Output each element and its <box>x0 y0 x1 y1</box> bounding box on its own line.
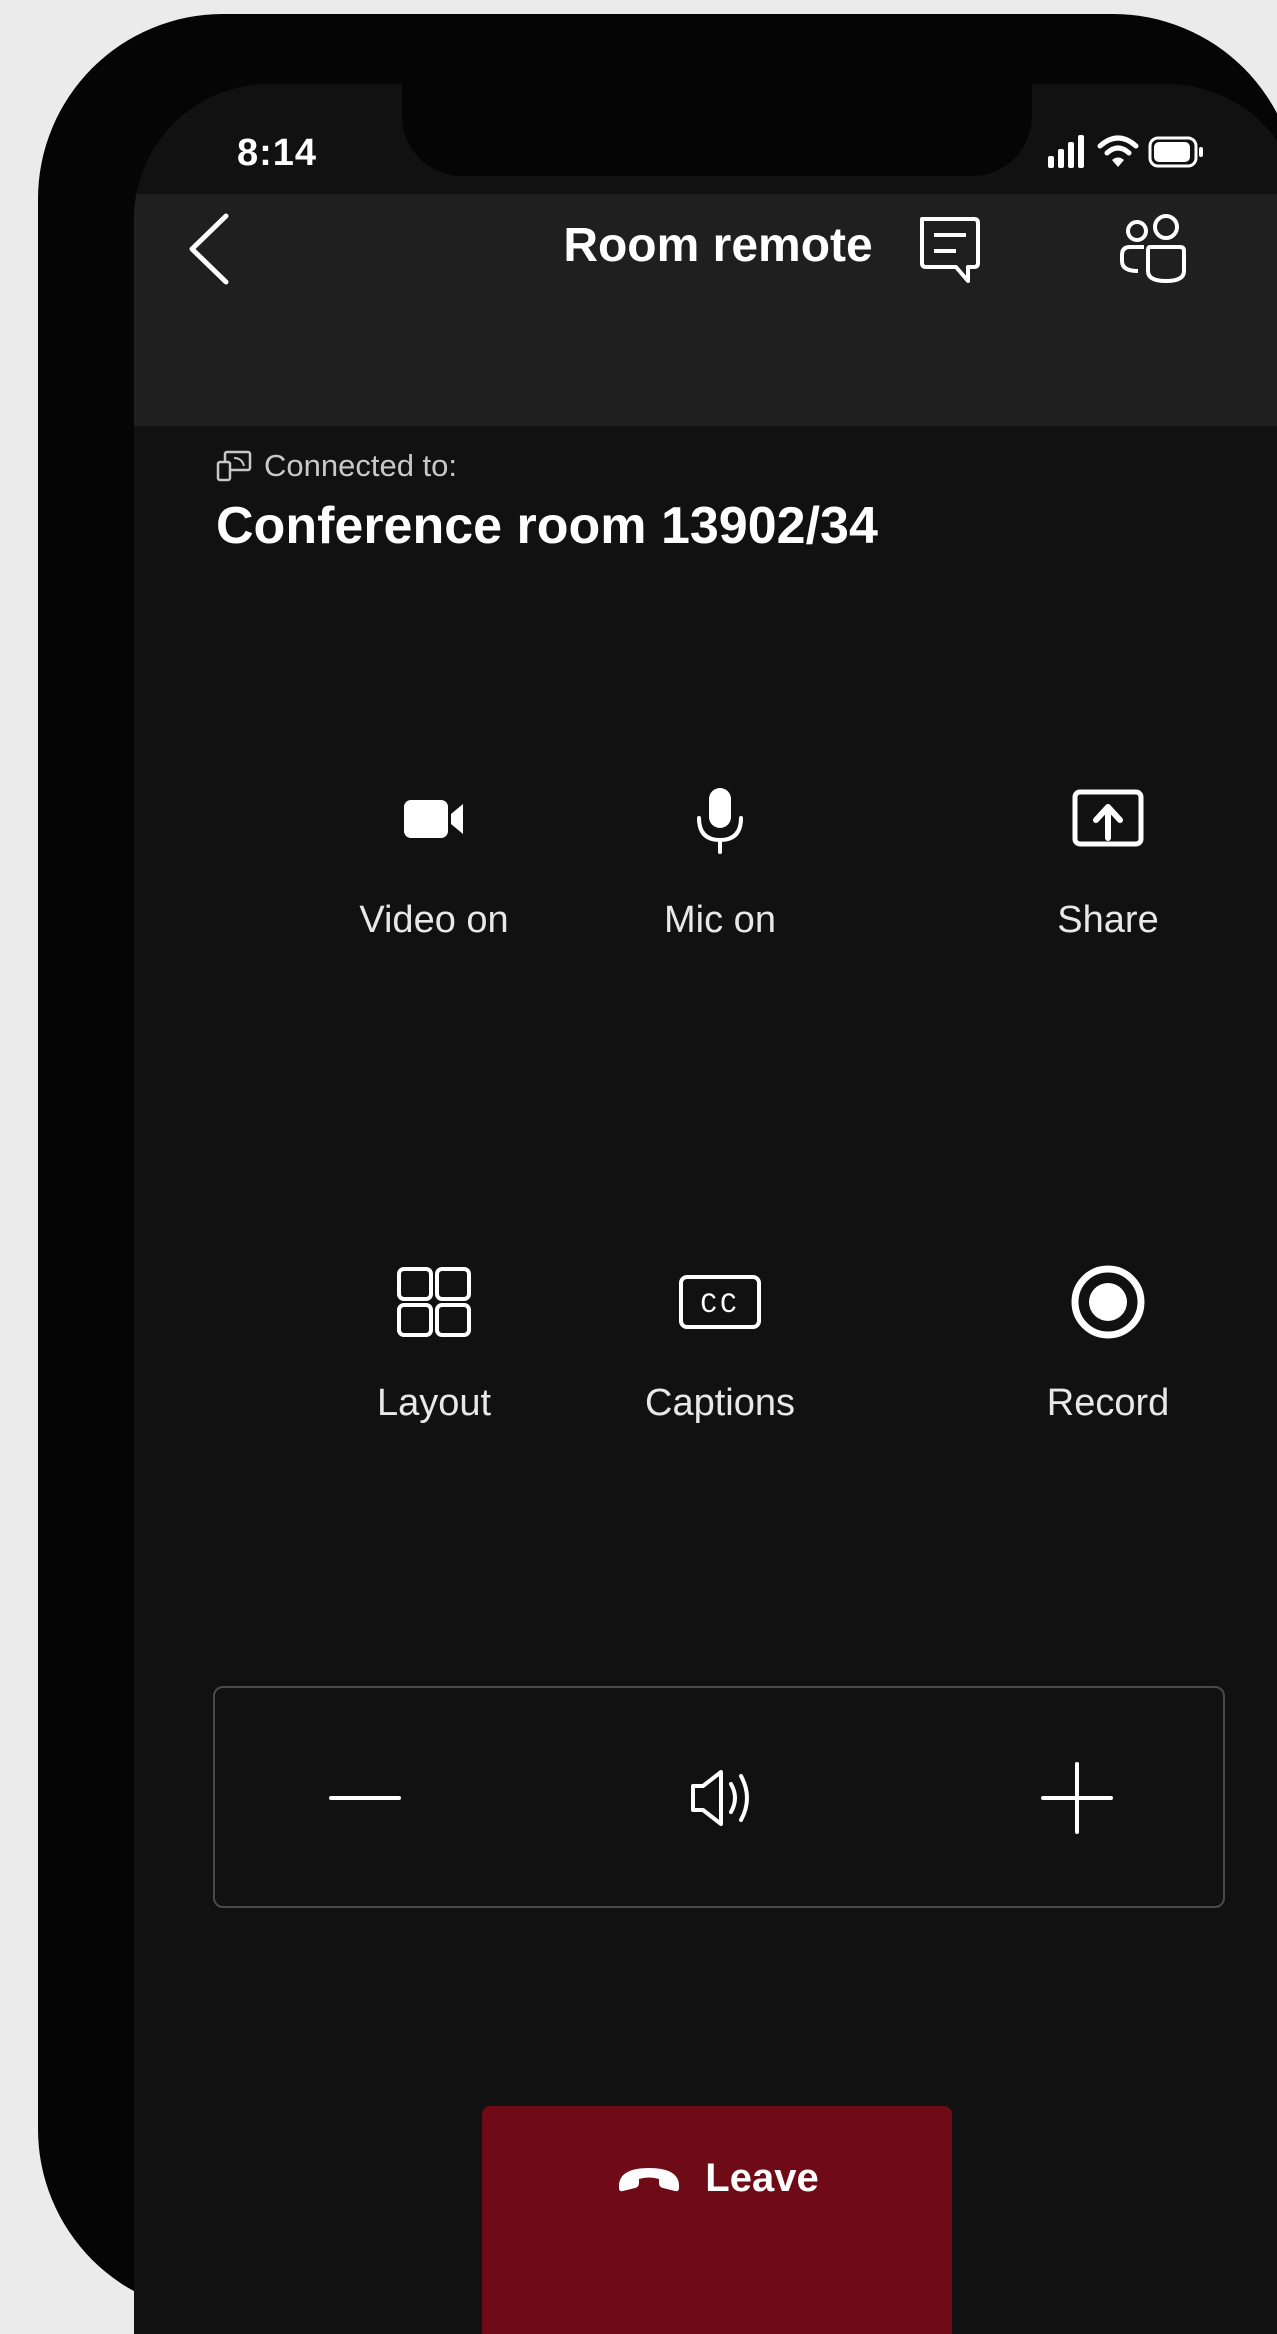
mic-button[interactable]: Mic on <box>530 774 910 974</box>
speaker-icon <box>691 1770 749 1826</box>
room-name: Conference room 13902/34 <box>216 497 878 555</box>
captions-icon: CC <box>679 1275 761 1329</box>
volume-up-button[interactable] <box>1007 1728 1147 1868</box>
status-icons <box>1048 132 1208 172</box>
status-time: 8:14 <box>237 132 318 174</box>
speaker-button[interactable] <box>651 1728 791 1868</box>
leave-button[interactable]: Leave <box>482 2106 952 2334</box>
video-camera-icon <box>404 800 463 838</box>
notch <box>402 84 1032 176</box>
share-screen-icon <box>1072 789 1144 847</box>
share-label: Share <box>1057 899 1159 941</box>
connected-to-row: Connected to: <box>216 448 457 484</box>
plus-icon <box>1041 1762 1113 1834</box>
layout-grid-icon <box>397 1267 471 1337</box>
mic-label: Mic on <box>664 899 776 941</box>
captions-button[interactable]: CC Captions <box>530 1257 910 1457</box>
cast-icon <box>216 450 252 482</box>
leave-content: Leave <box>482 2156 952 2201</box>
record-icon <box>1071 1265 1145 1339</box>
participants-icon <box>1120 214 1186 284</box>
record-label: Record <box>1046 1382 1170 1424</box>
minus-icon <box>329 1796 401 1800</box>
leave-label: Leave <box>705 2156 819 2200</box>
participants-button[interactable] <box>1114 209 1194 289</box>
chat-icon <box>920 217 980 283</box>
share-button[interactable]: Share <box>918 774 1277 974</box>
svg-text:CC: CC <box>700 1290 740 1321</box>
hang-up-icon <box>619 2167 680 2191</box>
connected-to-label: Connected to: <box>264 448 458 483</box>
captions-label: Captions <box>645 1382 795 1424</box>
app-screen: 8:14 Room remote Connected to: Conferenc… <box>134 84 1277 2334</box>
chat-button[interactable] <box>910 209 990 289</box>
volume-down-button[interactable] <box>295 1728 435 1868</box>
page-title: Room remote <box>563 219 873 272</box>
signal-wifi-battery-icon <box>1048 135 1203 168</box>
record-button[interactable]: Record <box>918 1257 1277 1457</box>
microphone-icon <box>697 788 743 854</box>
volume-control <box>213 1686 1225 1908</box>
phone-frame: 8:14 Room remote Connected to: Conferenc… <box>38 14 1277 2334</box>
